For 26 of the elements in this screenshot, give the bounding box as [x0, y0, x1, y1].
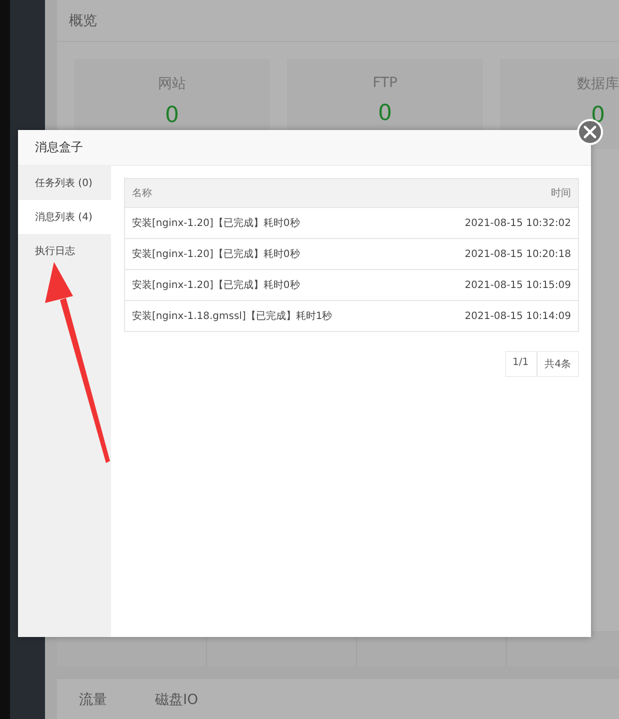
stat-value: 0: [165, 103, 179, 128]
sidebar-tab[interactable]: 消息列表 (4): [18, 200, 111, 234]
sidebar-tab[interactable]: 任务列表 (0): [18, 166, 111, 200]
table-cell-text: 安装[nginx-1.18.gmssl]【已完成】耗时1秒: [132, 310, 332, 323]
panel-tab[interactable]: 磁盘IO: [155, 691, 198, 710]
table-cell: 2021-08-15 10:32:02: [464, 218, 571, 228]
stat-label: 网站: [158, 75, 186, 93]
stat-value: 0: [591, 103, 605, 128]
page-indicator: 1/1: [504, 351, 537, 377]
table-cell-text: 安装[nginx-1.20]【已完成】耗时0秒: [132, 278, 300, 292]
total-count: 共4条: [536, 351, 579, 377]
table-cell: 2021-08-15 10:14:09: [464, 310, 571, 322]
stat-label: 数据库: [577, 75, 619, 93]
close-icon: [583, 125, 597, 139]
panel-tab[interactable]: 流量: [79, 691, 107, 710]
column-header: 名称: [132, 187, 152, 200]
table-cell: 2021-08-15 10:15:09: [464, 280, 571, 290]
table-cell: 2021-08-15 10:20:18: [464, 248, 571, 260]
table-cell-text: 安装[nginx-1.20]【已完成】耗时0秒: [132, 216, 300, 230]
panel-title: 概览: [69, 12, 97, 30]
sidebar-tab[interactable]: 执行日志: [18, 234, 111, 268]
table-cell-text: 安装[nginx-1.20]【已完成】耗时0秒: [132, 248, 300, 261]
stat-label: FTP: [372, 75, 398, 91]
column-header: 时间: [551, 186, 571, 200]
stat-value: 0: [378, 101, 392, 126]
dialog-title: 消息盒子: [35, 139, 83, 156]
